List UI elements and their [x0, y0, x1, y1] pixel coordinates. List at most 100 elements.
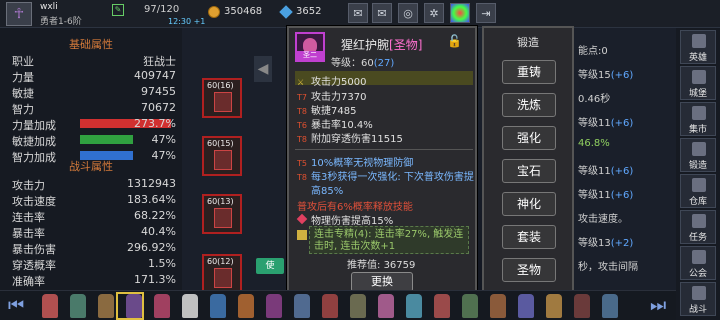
item-requirement: 等级：60(27) — [331, 54, 394, 69]
next-page-icon[interactable]: ⏭ — [650, 295, 668, 317]
equip-slot[interactable]: 60(12) — [202, 254, 242, 294]
gem-line: 物理伤害提高15% — [311, 216, 394, 227]
hero-avatar[interactable] — [350, 294, 366, 318]
special-attribute: T5 10%概率无视物理防御 — [297, 154, 413, 169]
nav-button[interactable]: 任务 — [680, 210, 716, 244]
set-icon — [297, 230, 307, 240]
hero-avatar[interactable] — [490, 294, 506, 318]
info-label: 等级15 — [578, 70, 611, 81]
forge-title: 锻造 — [517, 36, 539, 49]
equip-slot[interactable]: 60(13) — [202, 194, 242, 234]
hero-avatar[interactable] — [602, 294, 618, 318]
nav-label: 仓库 — [688, 197, 707, 207]
hero-avatar[interactable] — [574, 294, 590, 318]
nav-button[interactable]: 城堡 — [680, 66, 716, 100]
hero-avatar[interactable] — [434, 294, 450, 318]
hero-avatar[interactable] — [406, 294, 422, 318]
nav-button[interactable]: 锻造 — [680, 138, 716, 172]
hero-avatar[interactable] — [546, 294, 562, 318]
gamepad-icon[interactable]: ◎ — [398, 3, 418, 23]
edit-icon[interactable]: ✎ — [112, 4, 124, 16]
info-label: 等级11 — [578, 190, 611, 201]
replace-button[interactable]: 更换 — [351, 272, 413, 292]
hero-avatar[interactable] — [126, 294, 142, 318]
slot-level: 60(12) — [207, 257, 234, 266]
hero-avatar[interactable] — [210, 294, 226, 318]
prev-page-icon[interactable]: ⏮ — [8, 295, 26, 317]
exit-icon[interactable]: ⇥ — [476, 3, 496, 23]
info-row: 0.46秒 — [578, 90, 610, 105]
forge-button[interactable]: 套装 — [502, 225, 556, 249]
energy-timer: 12:30 +1 — [168, 17, 206, 26]
stat-value: 70672 — [141, 101, 176, 114]
hero-avatar[interactable] — [70, 294, 86, 318]
prev-arrow-icon[interactable]: ◀ — [254, 56, 272, 82]
info-value: (+6) — [610, 190, 634, 201]
gold-value: 350468 — [224, 6, 263, 17]
nav-button[interactable]: 公会 — [680, 246, 716, 280]
forge-button[interactable]: 宝石 — [502, 159, 556, 183]
stat-row: 力量 409747 — [12, 68, 176, 84]
game-screen: { "player": {"name": "wxli", "level_labe… — [0, 0, 720, 320]
forge-button[interactable]: 强化 — [502, 126, 556, 150]
nav-button[interactable]: 集市 — [680, 102, 716, 136]
combat-stats-header: 战斗属性 — [69, 160, 113, 173]
hero-avatar[interactable] — [266, 294, 282, 318]
stat-label: 攻击速度 — [12, 195, 56, 208]
tier-label: T7 — [297, 93, 307, 102]
nav-label: 战斗 — [688, 305, 707, 315]
req-label: 等级：60 — [331, 58, 374, 69]
item-detail-popup: 圣二 猩红护腕[圣物] 🔓 等级：60(27) ⚔ 攻击力5000 T7 攻击力73… — [287, 26, 477, 296]
nav-label: 集市 — [688, 125, 707, 135]
quality-badge: 圣二 — [297, 51, 323, 60]
hero-avatar[interactable] — [378, 294, 394, 318]
nav-button[interactable]: 英雄 — [680, 30, 716, 64]
info-value: (+2) — [610, 238, 634, 249]
equip-slot[interactable]: 60(16) — [202, 78, 242, 118]
hero-avatar[interactable] — [182, 294, 198, 318]
tier-label: T5 — [297, 159, 307, 168]
hero-avatar[interactable] — [462, 294, 478, 318]
mail-icon[interactable]: ✉ — [348, 3, 368, 23]
stat-label: 敏捷加成 — [12, 135, 56, 148]
stat-value: 183.64% — [127, 193, 176, 206]
nav-icon — [692, 142, 706, 156]
hero-avatar[interactable] — [518, 294, 534, 318]
stats-panel: 基础属性 职业 狂战士 力量 409747 敏捷 97455 智力 70672 力量加成 273.… — [0, 28, 182, 296]
forge-button[interactable]: 洗炼 — [502, 93, 556, 117]
mail-icon[interactable]: ✉ — [372, 3, 392, 23]
nav-button[interactable]: 战斗 — [680, 282, 716, 316]
item-quality: [圣物] — [389, 38, 423, 52]
stat-label: 连击率 — [12, 211, 45, 224]
stat-value: 273.7% — [134, 117, 176, 130]
stat-row: 攻击力 1312943 — [12, 176, 176, 192]
stat-label: 敏捷 — [12, 87, 34, 100]
color-wheel-icon[interactable] — [450, 3, 470, 23]
equip-slot[interactable]: 60(15) — [202, 136, 242, 176]
hero-avatar[interactable] — [322, 294, 338, 318]
hero-avatar[interactable] — [294, 294, 310, 318]
player-level: 勇者1-6阶 — [40, 17, 82, 27]
gear-icon[interactable]: ✲ — [424, 3, 444, 23]
forge-button[interactable]: 圣物 — [502, 258, 556, 282]
use-button[interactable]: 使 — [256, 258, 284, 274]
player-avatar[interactable]: ☥ — [6, 2, 32, 26]
info-label: 等级11 — [578, 166, 611, 177]
nav-label: 城堡 — [688, 89, 707, 99]
nav-button[interactable]: 仓库 — [680, 174, 716, 208]
stat-value: 171.3% — [134, 273, 176, 286]
nav-icon — [692, 178, 706, 192]
info-row: 46.8% — [578, 138, 610, 149]
hero-avatar[interactable] — [238, 294, 254, 318]
stat-label: 智力 — [12, 103, 34, 116]
forge-button[interactable]: 重铸 — [502, 60, 556, 84]
hero-avatar[interactable] — [98, 294, 114, 318]
hero-avatar[interactable] — [154, 294, 170, 318]
hero-avatar[interactable] — [42, 294, 58, 318]
stat-row: 暴击率 40.4% — [12, 224, 176, 240]
stat-row: 敏捷加成 47% — [12, 132, 176, 148]
info-row: 等级11(+6) — [578, 114, 633, 129]
unlock-icon[interactable]: 🔓 — [447, 34, 462, 48]
diamond-value: 3652 — [296, 6, 322, 17]
forge-button[interactable]: 神化 — [502, 192, 556, 216]
